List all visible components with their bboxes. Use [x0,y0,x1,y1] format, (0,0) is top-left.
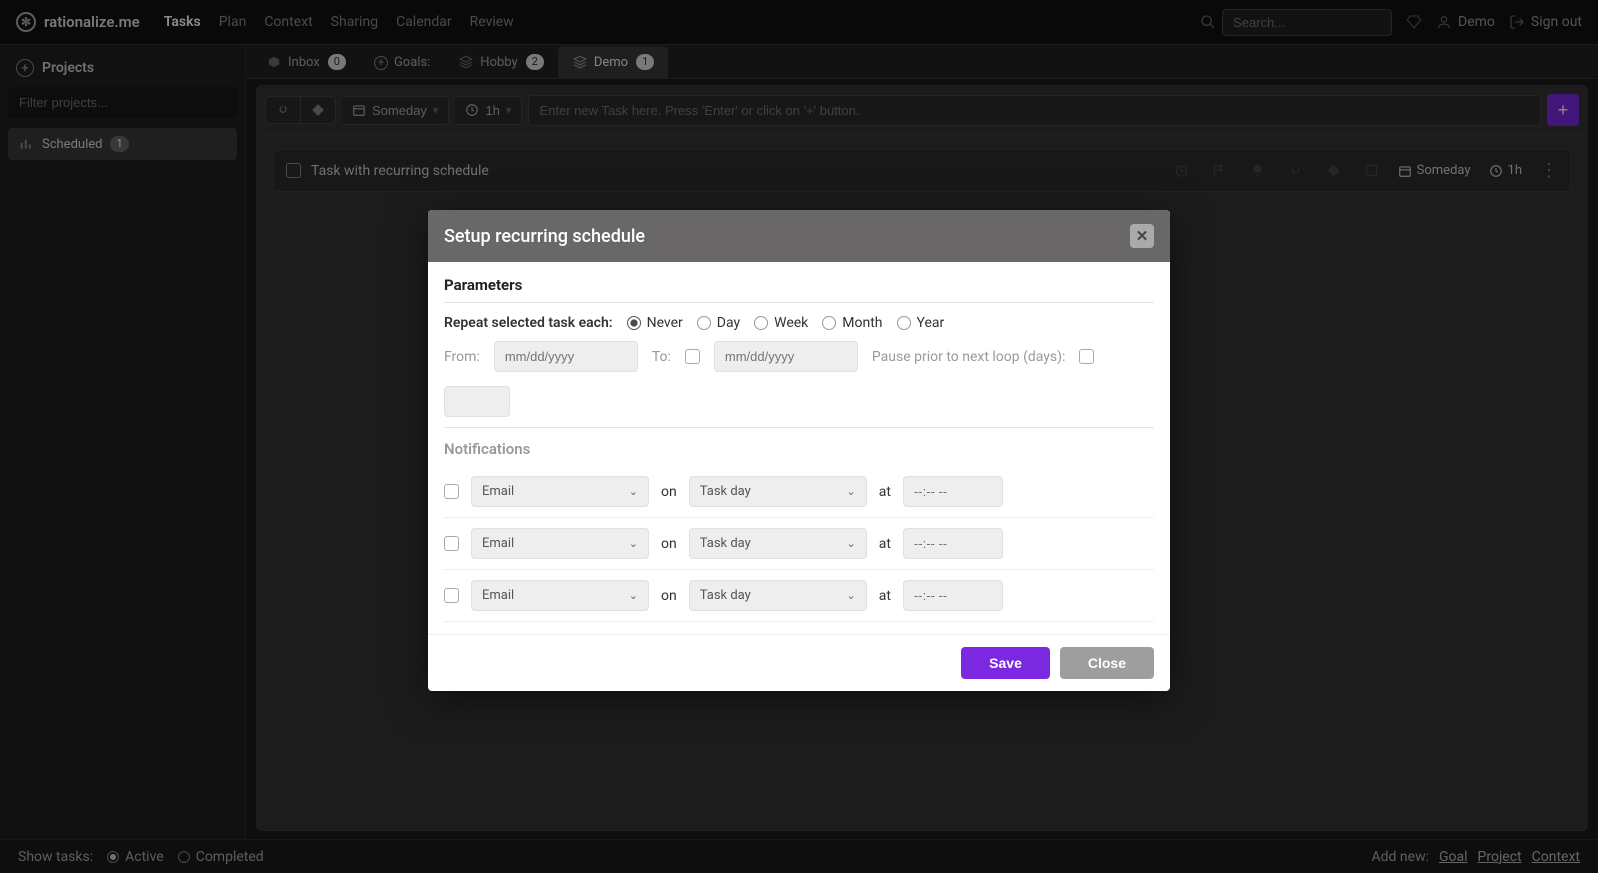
to-label: To: [652,349,671,365]
repeat-never[interactable]: Never [627,315,683,331]
chevron-down-icon: ⌄ [629,589,638,602]
divider [444,302,1154,303]
pause-days-input[interactable] [444,386,510,417]
chevron-down-icon: ⌄ [629,485,638,498]
radio-icon [754,316,768,330]
to-checkbox[interactable] [685,349,700,364]
notif-checkbox[interactable] [444,536,459,551]
to-date-input[interactable] [714,341,858,372]
notif-channel-select[interactable]: Email⌄ [471,476,649,507]
close-button[interactable]: Close [1060,647,1154,679]
divider [444,427,1154,428]
notif-at-label: at [879,484,891,500]
radio-icon [822,316,836,330]
notif-on-label: on [661,588,677,604]
notif-day-select[interactable]: Task day⌄ [689,528,867,559]
notification-row-1: Email⌄ on Task day⌄ at [444,466,1154,518]
notif-checkbox[interactable] [444,484,459,499]
chevron-down-icon: ⌄ [847,589,856,602]
notifications-heading: Notifications [444,440,1154,458]
notif-checkbox[interactable] [444,588,459,603]
radio-icon [627,316,641,330]
repeat-label: Repeat selected task each: [444,315,613,331]
notif-at-label: at [879,588,891,604]
repeat-day[interactable]: Day [697,315,740,331]
modal-title: Setup recurring schedule [444,226,645,247]
modal-body: Parameters Repeat selected task each: Ne… [428,262,1170,634]
notif-channel-select[interactable]: Email⌄ [471,528,649,559]
modal-header: Setup recurring schedule ✕ [428,210,1170,262]
radio-icon [897,316,911,330]
notif-day-select[interactable]: Task day⌄ [689,476,867,507]
recurring-schedule-modal: Setup recurring schedule ✕ Parameters Re… [428,210,1170,691]
repeat-month[interactable]: Month [822,315,882,331]
repeat-year[interactable]: Year [897,315,945,331]
notif-on-label: on [661,536,677,552]
notif-on-label: on [661,484,677,500]
modal-footer: Save Close [428,634,1170,691]
pause-checkbox[interactable] [1079,349,1094,364]
notif-at-label: at [879,536,891,552]
notification-row-2: Email⌄ on Task day⌄ at [444,518,1154,570]
from-label: From: [444,349,480,365]
pause-label: Pause prior to next loop (days): [872,349,1066,365]
notif-time-input[interactable] [903,580,1003,611]
notif-time-input[interactable] [903,528,1003,559]
notif-channel-select[interactable]: Email⌄ [471,580,649,611]
repeat-week[interactable]: Week [754,315,808,331]
parameters-heading: Parameters [444,276,1154,294]
chevron-down-icon: ⌄ [629,537,638,550]
radio-icon [697,316,711,330]
notif-day-select[interactable]: Task day⌄ [689,580,867,611]
modal-overlay[interactable]: Setup recurring schedule ✕ Parameters Re… [0,0,1598,873]
notif-time-input[interactable] [903,476,1003,507]
notification-row-3: Email⌄ on Task day⌄ at [444,570,1154,622]
save-button[interactable]: Save [961,647,1050,679]
chevron-down-icon: ⌄ [847,485,856,498]
close-icon[interactable]: ✕ [1130,224,1154,248]
chevron-down-icon: ⌄ [847,537,856,550]
from-date-input[interactable] [494,341,638,372]
